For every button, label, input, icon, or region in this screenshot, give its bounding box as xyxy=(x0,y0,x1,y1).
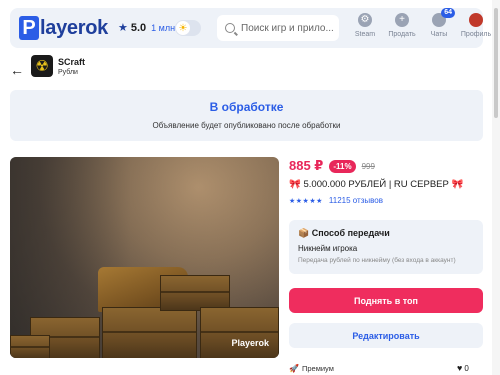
logo-text: layerok xyxy=(40,16,108,39)
nav-sell[interactable]: + Продать xyxy=(385,13,419,38)
moderation-status-banner: В обработке Объявление будет опубликован… xyxy=(10,90,483,141)
discount-badge: -11% xyxy=(329,159,356,173)
steam-icon: ⚙ xyxy=(358,13,372,27)
box-icon: 📦 xyxy=(298,228,310,238)
likes[interactable]: ♥ 0 xyxy=(457,363,469,373)
delivery-note: Передача рублей по никнейму (без входа в… xyxy=(298,257,456,264)
nav-profile-label: Профиль xyxy=(460,31,492,38)
chat-icon: 64 xyxy=(432,8,455,27)
playerok-logo[interactable]: P layerok xyxy=(19,16,108,40)
ribbon-icon: 🎀 xyxy=(289,179,301,190)
price: 885 ₽ xyxy=(289,158,324,173)
product-image[interactable]: Playerok xyxy=(10,157,279,358)
crate xyxy=(160,275,230,311)
search-input[interactable] xyxy=(241,22,333,34)
chats-badge: 64 xyxy=(441,8,455,18)
status-title: В обработке xyxy=(209,100,284,114)
nav-steam[interactable]: ⚙ Steam xyxy=(348,13,382,38)
star-icon: ★ xyxy=(118,22,128,34)
scrollbar-thumb[interactable] xyxy=(494,8,498,118)
reviews[interactable]: ★★★★★ 11215 отзывов xyxy=(289,196,383,205)
avatar-icon xyxy=(469,13,483,27)
premium-link[interactable]: 🚀 Премиум xyxy=(289,364,334,373)
delivery-method-card: 📦 Способ передачи Никнейм игрока Передач… xyxy=(289,220,483,274)
crate xyxy=(200,307,279,358)
seller-name[interactable]: SCraft xyxy=(58,57,85,67)
scrollbar[interactable] xyxy=(492,0,500,375)
price-row: 885 ₽ -11% 999 xyxy=(289,158,375,174)
seller-avatar[interactable]: ☢ xyxy=(31,55,53,77)
header-nav: ⚙ Steam + Продать 64 Чаты Профиль xyxy=(348,8,496,38)
raise-to-top-button[interactable]: Поднять в топ xyxy=(289,288,483,313)
heart-icon: ♥ xyxy=(457,363,463,373)
ribbon-icon: 🎀 xyxy=(451,179,464,190)
search-icon xyxy=(225,23,235,33)
nav-steam-label: Steam xyxy=(354,31,376,38)
stars-icon: ★★★★★ xyxy=(289,197,323,205)
product-title: 🎀 5.000.000 РУБЛЕЙ | RU СЕРВЕР 🎀 xyxy=(289,179,463,190)
plus-icon: + xyxy=(395,13,409,27)
nav-chats-label: Чаты xyxy=(430,31,448,38)
product-title-text: 5.000.000 РУБЛЕЙ | RU СЕРВЕР xyxy=(303,179,449,190)
image-watermark: Playerok xyxy=(231,338,269,348)
old-price: 999 xyxy=(361,161,375,171)
theme-toggle[interactable]: ☀ xyxy=(175,20,201,36)
status-description: Объявление будет опубликовано после обра… xyxy=(152,121,341,130)
back-arrow-icon[interactable]: ← xyxy=(10,62,24,78)
premium-label: Премиум xyxy=(301,364,334,373)
rocket-icon: 🚀 xyxy=(289,364,299,373)
likes-count: 0 xyxy=(464,363,469,373)
delivery-value: Никнейм игрока xyxy=(298,244,358,253)
nav-sell-label: Продать xyxy=(388,31,416,38)
edit-button[interactable]: Редактировать xyxy=(289,323,483,348)
reviews-count[interactable]: 11215 отзывов xyxy=(329,196,383,205)
seller-category: Рубли xyxy=(58,69,78,76)
page: P layerok ★ 5.0 1 млн+ ☀ ⚙ Steam + Прода… xyxy=(0,0,500,375)
rating-value: 5.0 xyxy=(130,21,147,34)
nav-chats[interactable]: 64 Чаты xyxy=(422,8,456,38)
delivery-title-text: Способ передачи xyxy=(311,228,390,238)
logo-letter: P xyxy=(19,16,39,40)
crate xyxy=(102,307,197,358)
site-rating: ★ 5.0 1 млн+ xyxy=(118,21,180,35)
top-header: P layerok ★ 5.0 1 млн+ ☀ ⚙ Steam + Прода… xyxy=(10,8,491,48)
nav-profile[interactable]: Профиль xyxy=(459,13,493,38)
search-box[interactable] xyxy=(217,15,339,41)
sun-icon: ☀ xyxy=(176,21,190,35)
delivery-title: 📦 Способ передачи xyxy=(298,228,474,239)
crate xyxy=(10,335,50,358)
